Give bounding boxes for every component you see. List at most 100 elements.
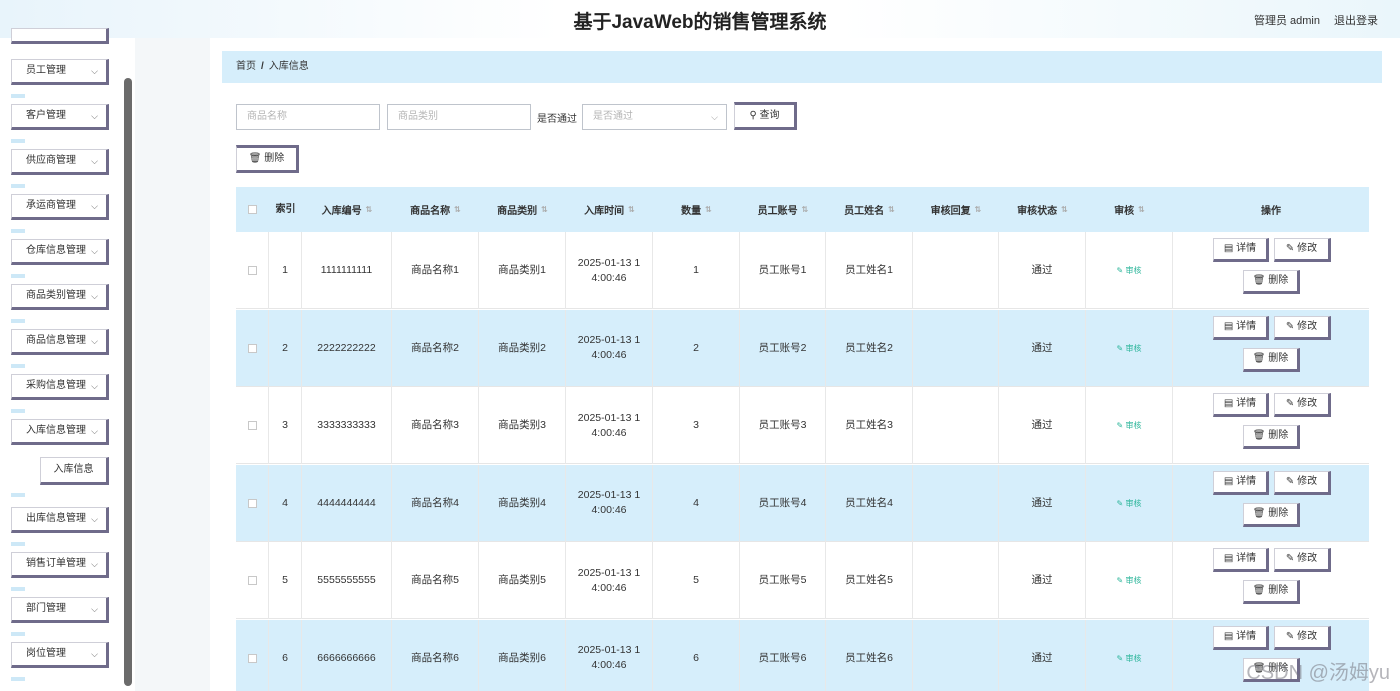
sidebar-item-inbound[interactable]: 入库信息管理 ⌵ <box>11 419 109 445</box>
row-checkbox[interactable] <box>247 343 257 353</box>
audit-link[interactable]: ✎ 审核 <box>1117 341 1142 356</box>
audit-link[interactable]: ✎ 审核 <box>1117 496 1142 511</box>
detail-button[interactable]: ▤ 详情 <box>1213 548 1269 572</box>
detail-button[interactable]: ▤ 详情 <box>1213 315 1269 340</box>
sort-icon[interactable]: ⇅ <box>541 205 548 214</box>
delete-button[interactable]: 🗑 删除 <box>1243 580 1300 604</box>
sidebar-item-carrier[interactable]: 承运商管理 ⌵ <box>11 194 109 220</box>
breadcrumb-home[interactable]: 首页 <box>236 61 256 72</box>
document-icon: ▤ <box>1223 320 1237 332</box>
header-staff[interactable]: 员工姓名 ⇅ <box>826 187 913 232</box>
sidebar-item-label: 入库信息管理 <box>26 425 86 436</box>
sidebar-item-customer[interactable]: 客户管理 ⌵ <box>11 104 109 130</box>
product-name-input[interactable]: 商品名称 <box>236 104 380 130</box>
sort-icon[interactable]: ⇅ <box>628 205 635 214</box>
sort-icon[interactable]: ⇅ <box>1061 205 1068 214</box>
header-time[interactable]: 入库时间 ⇅ <box>566 187 653 232</box>
audit-link[interactable]: ✎ 审核 <box>1117 418 1142 433</box>
edit-button[interactable]: ✎ 修改 <box>1274 625 1331 650</box>
header-status[interactable]: 审核状态 ⇅ <box>999 187 1086 232</box>
row-checkbox[interactable] <box>247 653 257 663</box>
chevron-down-icon: ⌵ <box>91 426 98 436</box>
cell-actions: ▤ 详情 ✎ 修改 🗑 删除 <box>1173 387 1369 464</box>
row-checkbox[interactable] <box>247 576 257 585</box>
delete-button[interactable]: 🗑 删除 <box>1243 347 1300 372</box>
passed-select[interactable]: 是否通过 ⌵ <box>582 104 727 130</box>
detail-button[interactable]: ▤ 详情 <box>1213 470 1269 495</box>
audit-link[interactable]: ✎ 审核 <box>1117 263 1142 278</box>
sidebar-item-purchase[interactable]: 采购信息管理 ⌵ <box>11 374 109 400</box>
audit-link[interactable]: ✎ 审核 <box>1117 573 1142 588</box>
cell-qty: 3 <box>653 387 740 464</box>
header-audit[interactable]: 审核 ⇅ <box>1086 187 1173 232</box>
breadcrumb: 首页 / 入库信息 <box>222 51 1382 83</box>
sidebar-item-warehouse[interactable]: 仓库信息管理 ⌵ <box>11 239 109 265</box>
product-category-input[interactable]: 商品类别 <box>387 104 531 130</box>
cell-category: 商品类别5 <box>479 542 566 619</box>
delete-button[interactable]: 🗑 删除 <box>1243 270 1300 294</box>
sort-icon[interactable]: ⇅ <box>975 205 982 214</box>
header-category[interactable]: 商品类别 ⇅ <box>479 187 566 232</box>
audit-link[interactable]: ✎ 审核 <box>1117 651 1142 666</box>
header-index[interactable]: 索引 <box>269 187 302 232</box>
cell-name: 商品名称2 <box>392 309 479 387</box>
edit-button-label: 修改 <box>1297 320 1318 332</box>
sidebar-item-product-category[interactable]: 商品类别管理 ⌵ <box>11 284 109 310</box>
header-qty[interactable]: 数量 ⇅ <box>653 187 740 232</box>
cell-actions: ▤ 详情 ✎ 修改 🗑 删除 <box>1173 465 1369 542</box>
sidebar-item-label: 员工管理 <box>26 65 66 76</box>
select-all-checkbox[interactable] <box>248 205 257 214</box>
sidebar-item-outbound[interactable]: 出库信息管理 ⌵ <box>11 507 109 533</box>
sidebar-item-sales-order[interactable]: 销售订单管理 ⌵ <box>11 552 109 578</box>
edit-button[interactable]: ✎ 修改 <box>1274 393 1331 417</box>
sidebar-item-position[interactable]: 岗位管理 ⌵ <box>11 642 109 668</box>
header-account[interactable]: 员工账号 ⇅ <box>740 187 826 232</box>
menu-divider <box>11 632 25 636</box>
sidebar-item-top-partial[interactable] <box>11 28 109 44</box>
sort-icon[interactable]: ⇅ <box>366 205 373 214</box>
edit-icon: ✎ <box>1285 630 1298 642</box>
logout-link[interactable]: 退出登录 <box>1334 12 1378 28</box>
sort-icon[interactable]: ⇅ <box>705 205 712 214</box>
delete-button[interactable]: 🗑 删除 <box>1243 502 1300 527</box>
row-checkbox[interactable] <box>247 266 257 275</box>
query-button[interactable]: ⚲ 查询 <box>734 102 797 130</box>
delete-button[interactable]: 🗑 删除 <box>1243 425 1300 449</box>
row-checkbox[interactable] <box>247 421 257 430</box>
detail-button-label: 详情 <box>1236 320 1257 332</box>
sort-icon[interactable]: ⇅ <box>802 205 809 214</box>
edit-button[interactable]: ✎ 修改 <box>1274 548 1331 572</box>
header-reply[interactable]: 审核回复 ⇅ <box>913 187 999 232</box>
sidebar-item-supplier[interactable]: 供应商管理 ⌵ <box>11 149 109 175</box>
sort-icon[interactable]: ⇅ <box>454 205 461 214</box>
menu-divider <box>11 94 25 98</box>
edit-button[interactable]: ✎ 修改 <box>1274 238 1331 262</box>
cell-reply <box>913 232 999 309</box>
document-icon: ▤ <box>1223 243 1237 254</box>
edit-button[interactable]: ✎ 修改 <box>1274 315 1331 340</box>
cell-time: 2025-01-13 1 4:00:46 <box>566 309 653 387</box>
time-line-1: 2025-01-13 1 <box>577 489 641 501</box>
sidebar-item-staff[interactable]: 员工管理 ⌵ <box>11 59 109 85</box>
sidebar-item-department[interactable]: 部门管理 ⌵ <box>11 597 109 623</box>
detail-button[interactable]: ▤ 详情 <box>1213 238 1269 262</box>
time-line-2: 4:00:46 <box>591 426 627 439</box>
detail-button[interactable]: ▤ 详情 <box>1213 625 1269 650</box>
batch-delete-label: 删除 <box>264 153 285 164</box>
header-code[interactable]: 入库编号 ⇅ <box>302 187 392 232</box>
cell-category: 商品类别2 <box>479 309 566 387</box>
row-checkbox[interactable] <box>247 498 257 508</box>
cell-account: 员工账号1 <box>740 232 826 309</box>
edit-button-label: 修改 <box>1297 553 1318 564</box>
detail-button[interactable]: ▤ 详情 <box>1213 393 1269 417</box>
sort-icon[interactable]: ⇅ <box>1138 205 1145 214</box>
sidebar-scrollbar[interactable] <box>124 78 132 686</box>
cell-name: 商品名称5 <box>392 542 479 619</box>
batch-delete-button[interactable]: 🗑 删除 <box>236 145 299 173</box>
sidebar-subitem-inbound-info[interactable]: 入库信息 <box>40 457 109 485</box>
sort-icon[interactable]: ⇅ <box>888 205 895 214</box>
header-name[interactable]: 商品名称 ⇅ <box>392 187 479 232</box>
edit-button[interactable]: ✎ 修改 <box>1274 470 1331 495</box>
sidebar-item-product-info[interactable]: 商品信息管理 ⌵ <box>11 329 109 355</box>
audit-label: 审核 <box>1125 498 1142 508</box>
